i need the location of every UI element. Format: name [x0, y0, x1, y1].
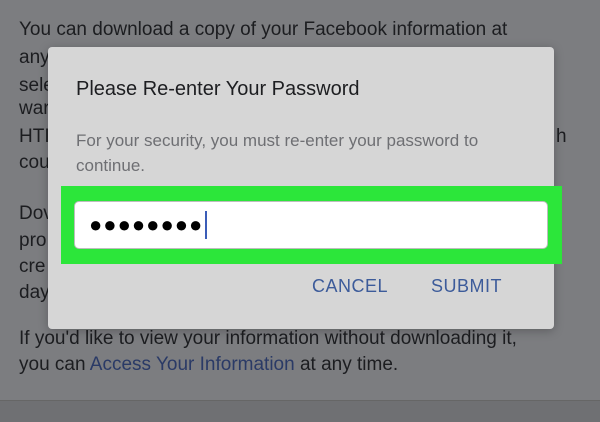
access-your-information-link[interactable]: Access Your Information — [90, 354, 295, 375]
background-text-line: day — [19, 282, 50, 303]
text-caret — [205, 211, 208, 239]
dialog-message: For your security, you must re-enter you… — [76, 131, 479, 175]
background-bottom-bar — [0, 400, 600, 422]
background-text-line: cou — [19, 152, 50, 173]
background-text-line: any — [19, 47, 50, 68]
background-footer-line-2: you can Access Your Information at any t… — [19, 352, 398, 378]
password-value: ●●●●●●●● — [89, 212, 204, 237]
password-input[interactable]: ●●●●●●●● — [74, 201, 548, 249]
background-text-line: You can download a copy of your Facebook… — [19, 19, 508, 40]
background-text-fragment: h — [556, 126, 567, 147]
background-text-line: HTI — [19, 126, 50, 147]
background-footer-line: If you'd like to view your information w… — [19, 328, 517, 349]
cancel-button[interactable]: CANCEL — [312, 276, 388, 297]
submit-button[interactable]: SUBMIT — [431, 276, 502, 297]
background-footer-text: you can — [19, 354, 90, 375]
dialog-title: Please Re-enter Your Password — [76, 78, 360, 100]
background-text-line: cre — [19, 256, 46, 277]
background-text-line: war — [19, 98, 50, 119]
background-footer-text: at any time. — [294, 354, 399, 375]
background-text-line: pro — [19, 230, 47, 251]
